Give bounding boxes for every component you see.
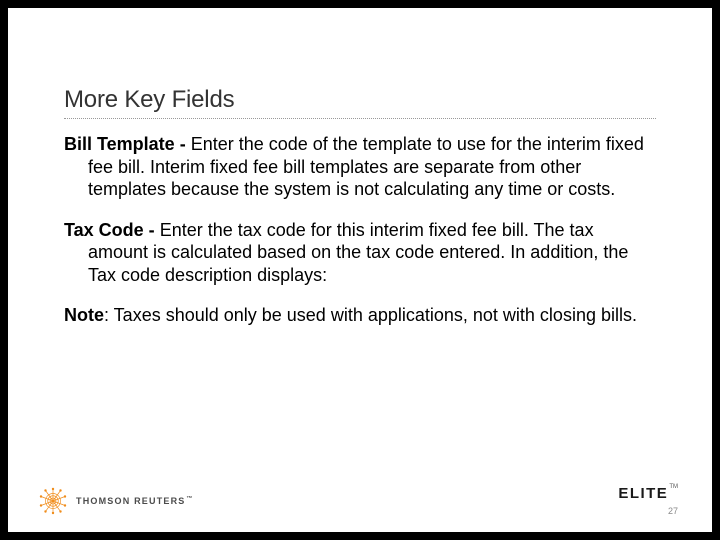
tr-mark-icon [38,486,68,516]
elite-brand-text: ELITE [618,485,668,502]
term-note: Note [64,305,104,325]
footer: THOMSON REUTERS™ ELITE TM 27 [8,480,712,518]
paragraph-tax-code: Tax Code - Enter the tax code for this i… [64,219,656,287]
paragraph-bill-template: Bill Template - Enter the code of the te… [64,133,656,201]
body-note: : Taxes should only be used with applica… [104,305,637,325]
term-bill-template: Bill Template - [64,134,191,154]
slide: More Key Fields Bill Template - Enter th… [8,8,712,532]
tr-brand-label: THOMSON REUTERS [76,496,186,506]
paragraph-note: Note: Taxes should only be used with app… [64,304,656,327]
title-divider [64,118,656,119]
tr-brand-text: THOMSON REUTERS™ [76,496,194,506]
elite-tm-symbol: TM [669,484,678,490]
body-tax-code: Enter the tax code for this interim fixe… [88,220,628,285]
content-area: More Key Fields Bill Template - Enter th… [64,86,656,345]
term-tax-code: Tax Code - [64,220,160,240]
tr-tm-symbol: ™ [187,496,194,502]
slide-title: More Key Fields [64,86,656,114]
page-number: 27 [668,506,678,516]
elite-logo: ELITE TM [618,485,678,502]
thomson-reuters-logo: THOMSON REUTERS™ [38,486,194,516]
